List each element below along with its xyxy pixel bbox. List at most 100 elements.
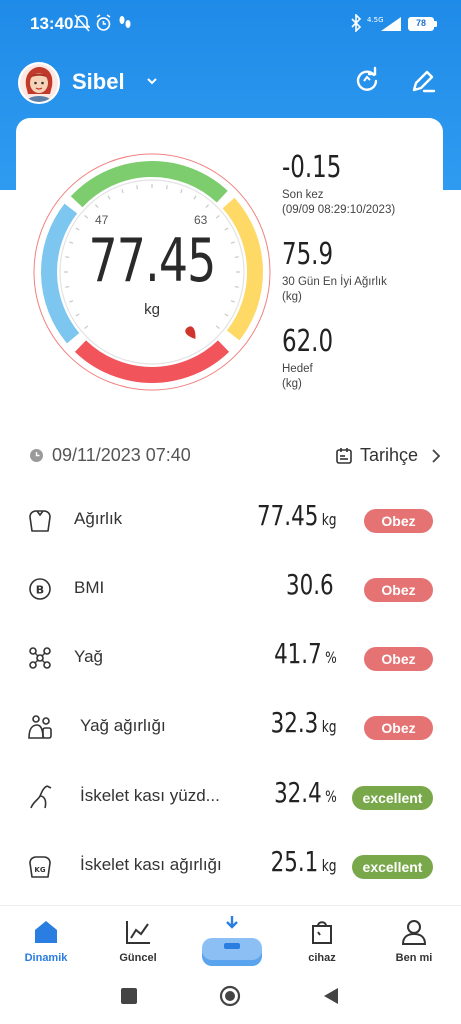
home-button-icon[interactable] (219, 985, 241, 1007)
metric-unit: % (325, 648, 337, 667)
mute-notification-icon (74, 14, 90, 32)
back-icon[interactable] (320, 985, 342, 1007)
nav-label: Ben mi (395, 952, 433, 964)
metric-label: Yağ (74, 647, 103, 666)
gauge-tick (234, 256, 239, 259)
chart-icon (126, 921, 150, 944)
home-icon (35, 921, 57, 943)
metric-label: Ağırlık (74, 509, 123, 528)
stat-last-value: -0.15 (282, 150, 342, 185)
gauge-pointer (185, 326, 196, 339)
recent-apps-icon[interactable] (118, 985, 140, 1007)
gauge-tick (234, 285, 239, 288)
bottom-navigation: Dinamik Güncel cihaz Ben mi (0, 905, 461, 977)
status-badge: excellent (352, 855, 433, 879)
avatar-illustration (20, 64, 58, 102)
weight-icon (29, 510, 51, 532)
edit-icon[interactable] (408, 66, 438, 96)
battery-indicator: 78 (408, 17, 434, 31)
metric-row[interactable]: KG İskelet kası ağırlığı 25.1 kg excellen… (0, 841, 461, 891)
user-name[interactable]: Sibel (72, 69, 125, 95)
metric-value-wrap: 32.4% (274, 776, 337, 809)
nav-item-guncel[interactable]: Güncel (98, 918, 178, 964)
metric-row[interactable]: Yağ 41.7% Obez (0, 633, 461, 683)
battery-tip (434, 21, 437, 27)
gauge-tick (193, 195, 197, 200)
svg-text:B: B (36, 584, 44, 597)
fat-weight-icon (28, 715, 52, 739)
nav-label: cihaz (308, 952, 336, 964)
metric-value: 32.3 (271, 706, 319, 739)
gauge-arc-obese (74, 340, 230, 383)
history-link[interactable]: Tarihçe (360, 445, 418, 466)
bluetooth-icon (351, 14, 362, 32)
gauge-tick (107, 195, 111, 200)
nav-label: Güncel (119, 952, 157, 964)
gauge-tick (215, 325, 220, 330)
status-badge: excellent (352, 786, 433, 810)
metric-value-wrap: 30.6 (286, 568, 337, 601)
gauge-tick (84, 325, 89, 330)
scale-icon[interactable] (196, 912, 268, 972)
nav-label: Dinamik (24, 952, 68, 964)
system-navigation-bar (0, 970, 461, 1024)
measurement-date-row: 09/11/2023 07:40 Tarihçe (0, 440, 461, 474)
metric-row[interactable]: Ağırlık 77.45 kg Obez (0, 495, 461, 545)
status-time: 13:40 (30, 14, 74, 33)
gauge-tick (230, 300, 235, 303)
profile-icon (401, 920, 427, 945)
metric-unit: kg (322, 510, 337, 529)
metric-value: 30.6 (285, 568, 334, 601)
steps-icon (119, 16, 131, 28)
gauge-min-label: 47 (95, 213, 109, 227)
status-badge: Obez (364, 509, 433, 533)
metric-label: İskelet kası yüzd... (80, 786, 220, 805)
gauge-tick (230, 241, 235, 244)
nav-item-dinamik[interactable]: Dinamik (6, 918, 86, 964)
metric-value-wrap: 77.45 kg (257, 499, 337, 532)
metric-label: İskelet kası ağırlığı (80, 855, 222, 874)
metric-value-wrap: 25.1 kg (271, 845, 337, 878)
avatar[interactable] (18, 62, 60, 104)
muscle-weight-icon: KG (29, 856, 51, 878)
current-weight-value: 77.45 (88, 226, 216, 296)
metric-value: 77.45 (257, 499, 319, 532)
metric-row[interactable]: B BMI 30.6 Obez (0, 564, 461, 614)
status-badge: Obez (364, 647, 433, 671)
history-icon[interactable] (335, 447, 353, 465)
metric-value: 25.1 (271, 845, 319, 878)
nav-item-cihaz[interactable]: cihaz (282, 918, 362, 964)
signal-icon: 4.5G (367, 16, 401, 31)
gauge-tick (69, 300, 74, 303)
gauge-tick (84, 214, 89, 219)
gauge-tick (121, 189, 124, 194)
gauge-tick (65, 256, 70, 259)
gauge-tick (165, 185, 168, 190)
fat-icon (29, 647, 51, 669)
current-weight-unit: kg (144, 301, 160, 318)
metric-value-wrap: 32.3 kg (271, 706, 337, 739)
stat-goal-label: Hedef (282, 363, 313, 375)
stat-last-label: Son kez (282, 189, 324, 201)
metric-row[interactable]: İskelet kası yüzd... 32.4% excellent (0, 772, 461, 822)
metric-value: 41.7 (274, 637, 322, 670)
gauge-tick (224, 313, 229, 317)
metric-row[interactable]: Yağ ağırlığı 32.3 kg Obez (0, 702, 461, 752)
gauge-tick (180, 189, 183, 194)
svg-text:4.5G: 4.5G (367, 16, 384, 24)
gauge-arc-low (41, 203, 80, 344)
refresh-icon[interactable] (352, 66, 382, 96)
alarm-icon (96, 14, 111, 31)
chevron-right-icon[interactable] (430, 449, 442, 463)
stat-last-date: (09/09 08:29:10/2023) (282, 204, 396, 216)
metric-label: Yağ ağırlığı (80, 716, 166, 735)
chevron-down-icon[interactable] (145, 74, 159, 88)
status-badge: Obez (364, 578, 433, 602)
metric-unit: kg (322, 856, 337, 875)
metric-value: 32.4 (274, 776, 322, 809)
gauge-tick (94, 204, 99, 209)
nav-item-ben-mi[interactable]: Ben mi (374, 918, 454, 964)
gauge-max-label: 63 (194, 213, 208, 227)
app-header: Sibel (0, 56, 461, 112)
stat-goal-unit: (kg) (282, 378, 302, 390)
